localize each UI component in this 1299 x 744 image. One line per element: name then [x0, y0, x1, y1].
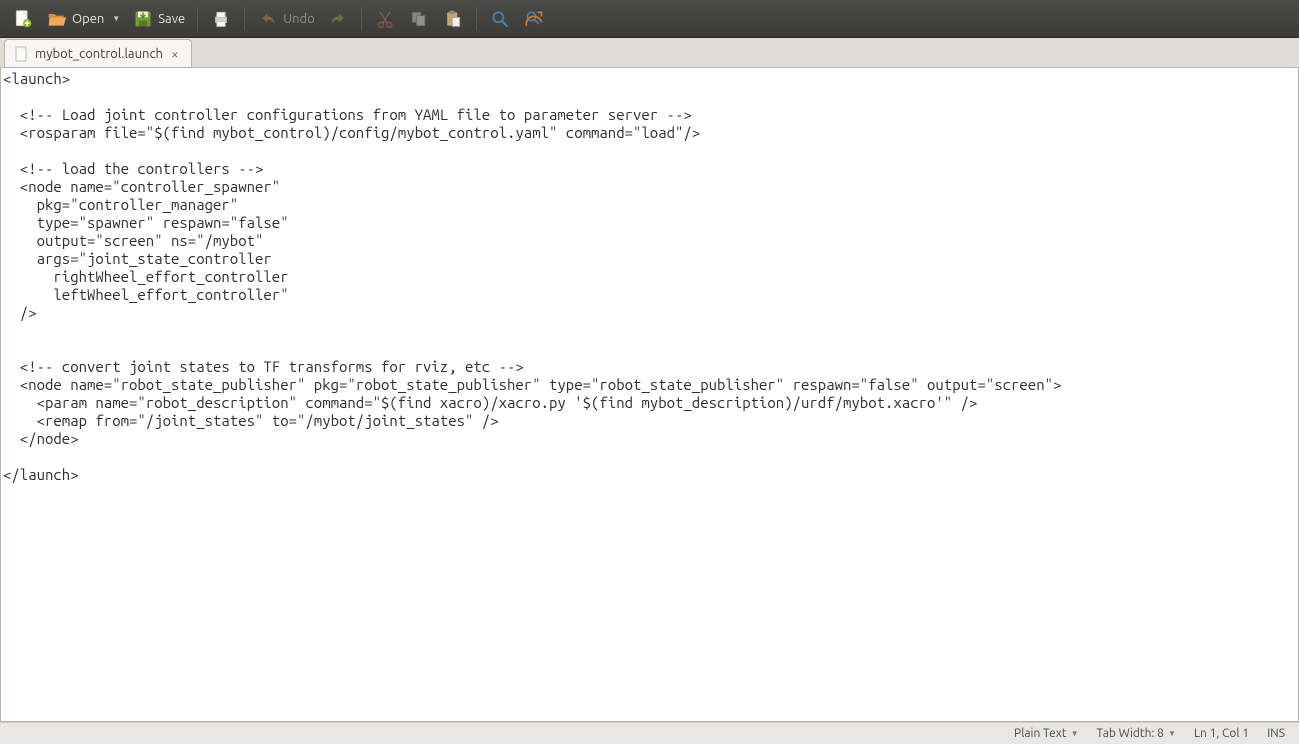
- dropdown-arrow-icon: ▼: [1168, 729, 1176, 738]
- print-button[interactable]: [204, 4, 238, 34]
- tab-bar: mybot_control.launch ×: [0, 38, 1299, 68]
- redo-button[interactable]: [321, 4, 355, 34]
- undo-button[interactable]: Undo: [251, 4, 321, 34]
- undo-icon: [257, 8, 279, 30]
- save-label: Save: [158, 12, 185, 26]
- cursor-position[interactable]: Ln 1, Col 1: [1194, 727, 1249, 740]
- find-replace-button[interactable]: [517, 4, 551, 34]
- toolbar-separator: [197, 7, 198, 31]
- cursor-position-label: Ln 1, Col 1: [1194, 727, 1249, 740]
- dropdown-arrow-icon: ▼: [1071, 729, 1079, 738]
- save-icon: [132, 8, 154, 30]
- new-button[interactable]: [6, 4, 40, 34]
- find-button[interactable]: [483, 4, 517, 34]
- toolbar-separator: [476, 7, 477, 31]
- copy-button[interactable]: [402, 4, 436, 34]
- cut-button[interactable]: [368, 4, 402, 34]
- paste-icon: [442, 8, 464, 30]
- copy-icon: [408, 8, 430, 30]
- redo-icon: [327, 8, 349, 30]
- syntax-label: Plain Text: [1014, 727, 1067, 740]
- syntax-selector[interactable]: Plain Text ▼: [1014, 727, 1078, 740]
- print-icon: [210, 8, 232, 30]
- editor-area[interactable]: <launch> <!-- Load joint controller conf…: [0, 68, 1299, 722]
- paste-button[interactable]: [436, 4, 470, 34]
- toolbar-separator: [244, 7, 245, 31]
- status-bar: Plain Text ▼ Tab Width: 8 ▼ Ln 1, Col 1 …: [0, 722, 1299, 744]
- tab-file[interactable]: mybot_control.launch ×: [4, 39, 192, 67]
- undo-label: Undo: [283, 12, 315, 26]
- open-label: Open: [72, 12, 104, 26]
- folder-open-icon: [46, 8, 68, 30]
- open-button[interactable]: Open ▼: [40, 4, 126, 34]
- insert-mode-label: INS: [1267, 727, 1285, 740]
- insert-mode[interactable]: INS: [1267, 727, 1285, 740]
- search-icon: [489, 8, 511, 30]
- main-toolbar: Open ▼ Save Undo: [0, 0, 1299, 38]
- toolbar-separator: [361, 7, 362, 31]
- file-icon: [15, 46, 29, 62]
- tab-width-selector[interactable]: Tab Width: 8 ▼: [1096, 727, 1175, 740]
- tab-close-button[interactable]: ×: [169, 46, 181, 62]
- dropdown-arrow-icon: ▼: [112, 14, 120, 23]
- cut-icon: [374, 8, 396, 30]
- tab-filename: mybot_control.launch: [35, 47, 163, 61]
- editor-content[interactable]: <launch> <!-- Load joint controller conf…: [1, 68, 1298, 486]
- tab-width-label: Tab Width: 8: [1096, 727, 1163, 740]
- new-file-icon: [12, 8, 34, 30]
- find-replace-icon: [523, 8, 545, 30]
- save-button[interactable]: Save: [126, 4, 191, 34]
